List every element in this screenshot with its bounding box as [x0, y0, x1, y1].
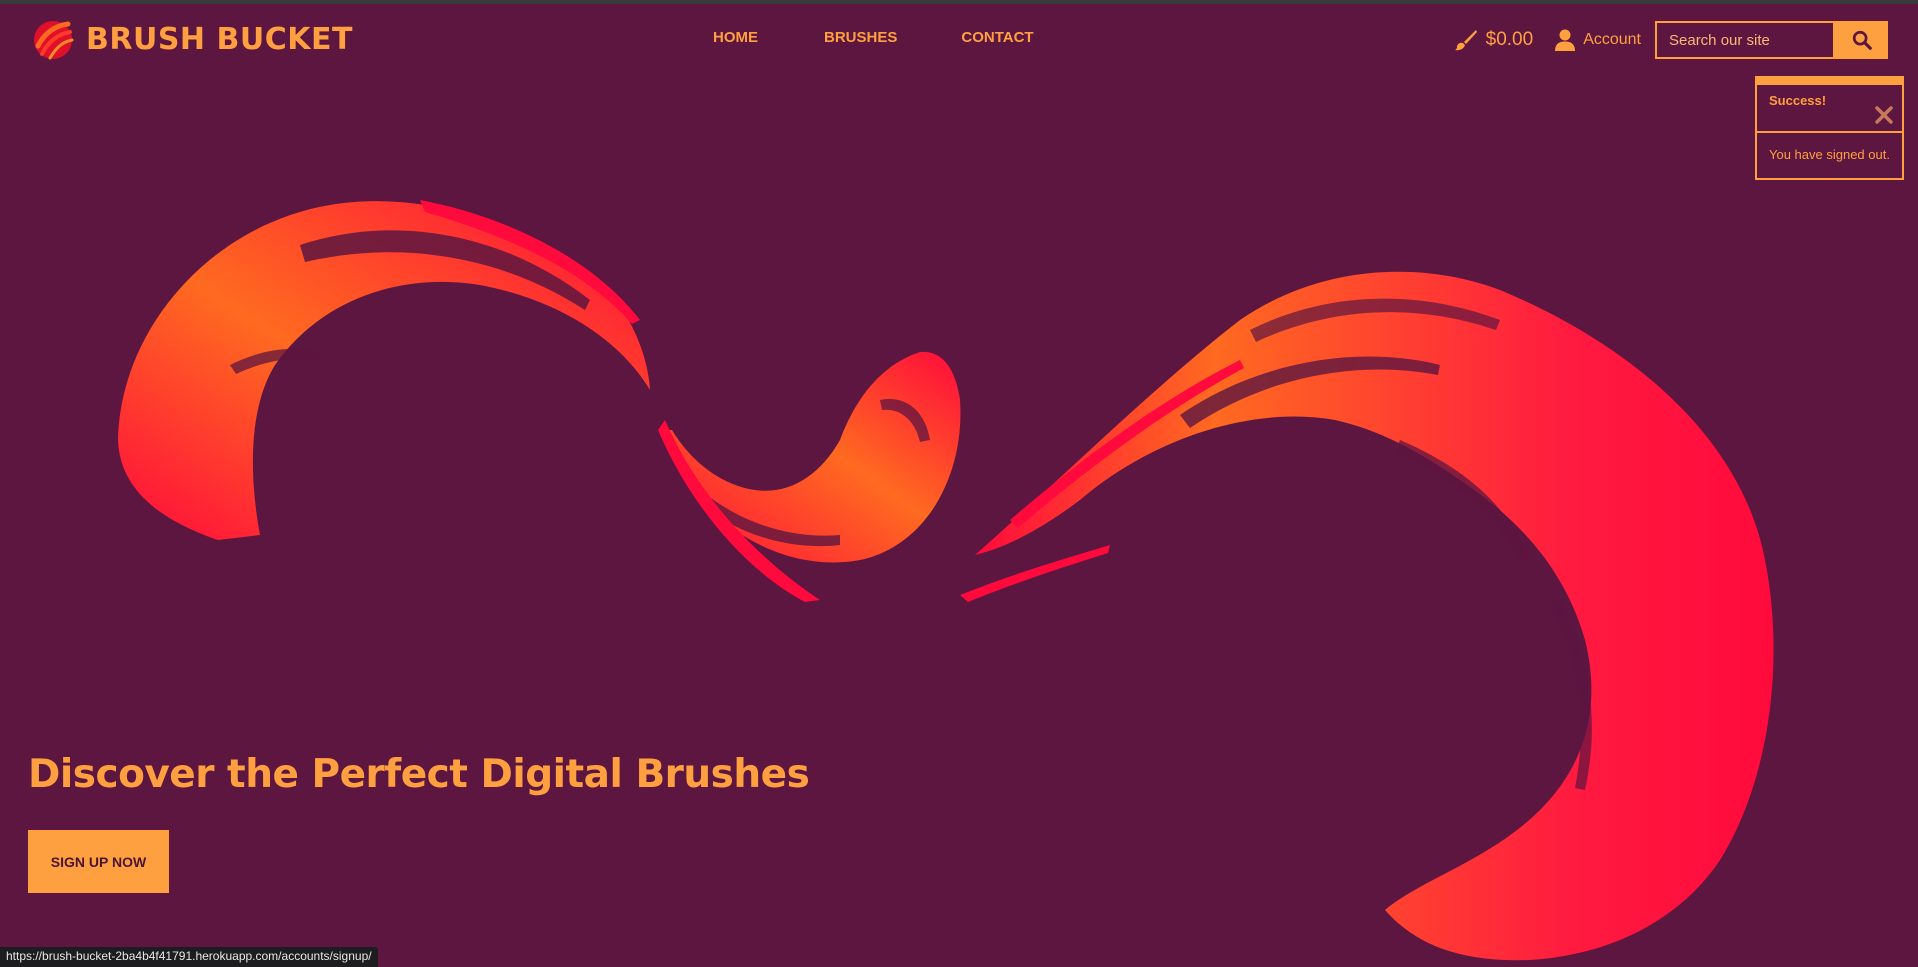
brush-stroke-artwork	[118, 200, 1774, 961]
hero-headline: Discover the Perfect Digital Brushes	[28, 752, 810, 797]
browser-status-url: https://brush-bucket-2ba4b4f41791.heroku…	[0, 947, 378, 967]
toast-header: Success!	[1757, 85, 1902, 133]
account-label: Account	[1583, 31, 1641, 48]
success-toast: Success! You have signed out.	[1755, 76, 1904, 180]
main-nav: HOME BRUSHES CONTACT	[713, 29, 1034, 46]
nav-contact-link[interactable]: CONTACT	[961, 29, 1033, 46]
search-button[interactable]	[1835, 21, 1888, 59]
brand-home-link[interactable]: BRUSH BUCKET	[30, 14, 353, 64]
account-link[interactable]: Account	[1555, 29, 1641, 51]
sign-up-button[interactable]: SIGN UP NOW	[28, 830, 169, 893]
brush-stroke-middle	[658, 351, 961, 602]
paintbrush-icon	[1454, 30, 1477, 51]
brush-stroke-left	[118, 200, 650, 540]
site-header: BRUSH BUCKET HOME BRUSHES CONTACT $0.00 …	[0, 4, 1918, 74]
close-icon	[1875, 106, 1893, 124]
toast-close-button[interactable]	[1874, 105, 1894, 125]
bag-link[interactable]: $0.00	[1454, 28, 1534, 52]
search-input[interactable]	[1655, 21, 1835, 59]
toast-title: Success!	[1769, 93, 1827, 108]
search-form	[1655, 21, 1888, 59]
brush-stroke-right	[960, 271, 1774, 961]
bag-total: $0.00	[1485, 29, 1534, 50]
brush-logo-icon	[34, 21, 74, 60]
nav-home-link[interactable]: HOME	[713, 29, 758, 46]
nav-brushes-link[interactable]: BRUSHES	[824, 29, 897, 46]
brand-name: BRUSH BUCKET	[86, 21, 353, 57]
toast-message: You have signed out.	[1769, 147, 1890, 162]
user-icon	[1555, 29, 1576, 51]
search-icon	[1852, 30, 1872, 50]
header-tools: $0.00 Account	[1454, 20, 1888, 60]
